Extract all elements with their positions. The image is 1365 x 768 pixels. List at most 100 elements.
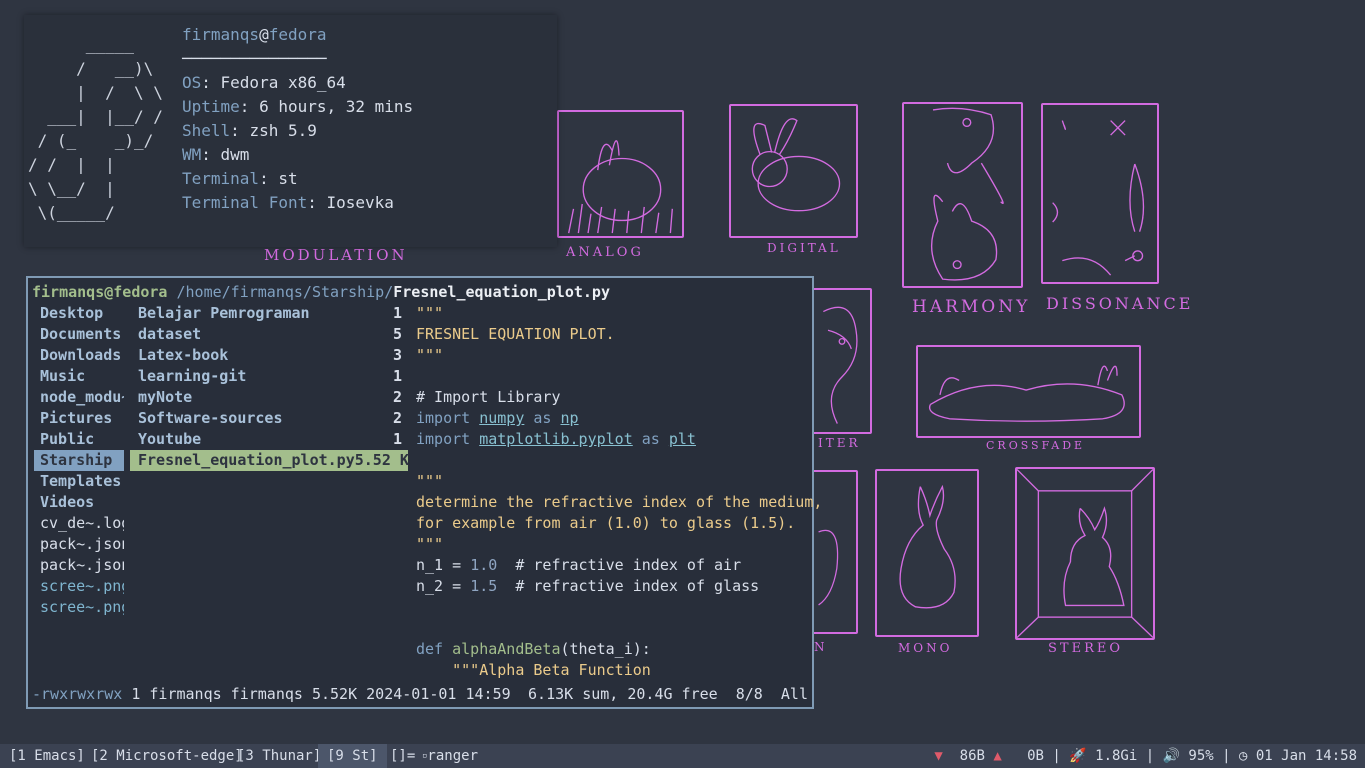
- code-line: import numpy as np: [416, 408, 806, 429]
- file-permissions: -rwxrwxrwx: [32, 685, 123, 703]
- info-key: Terminal Font: [182, 193, 308, 212]
- parent-list-item[interactable]: Public: [34, 429, 124, 450]
- title-file: Fresnel_equation_plot.py: [393, 283, 610, 301]
- code-token: """: [416, 535, 444, 553]
- code-token: np: [560, 409, 579, 427]
- code-line: # Import Library: [416, 387, 806, 408]
- wall-frame-analog: [557, 110, 684, 238]
- ascii-line: / __)\: [28, 59, 154, 78]
- item-name: Software-sources: [138, 409, 283, 427]
- item-name: learning-git: [138, 367, 247, 385]
- separator: ───────────────: [182, 49, 327, 68]
- item-name: Latex-book: [138, 346, 229, 364]
- wall-label-dissonance: DISSONANCE: [1046, 294, 1194, 313]
- ranger-window[interactable]: firmanqs@fedora /home/firmanqs/Starship/…: [26, 276, 822, 709]
- wall-label-filter: ITER: [818, 436, 861, 450]
- wall-label-stereo: STEREO: [1048, 641, 1124, 656]
- code-token: numpy: [479, 409, 525, 427]
- ascii-line: ___| |__/ /: [28, 107, 163, 126]
- item-info: 5.52 K: [354, 451, 409, 469]
- download-rate: 86B: [942, 748, 994, 764]
- wall-frame-stereo: [1015, 467, 1155, 640]
- current-list-item[interactable]: Fresnel_equation_plot.py 5.52 K: [130, 450, 409, 471]
- tag-st[interactable]: [9 St]: [318, 744, 387, 768]
- ascii-line: _____: [28, 35, 134, 54]
- current-list-item[interactable]: learning-git 1: [130, 366, 408, 387]
- ascii-line: / (_ _)_/: [28, 131, 154, 150]
- code-line: determine the refractive index of the me…: [416, 492, 822, 513]
- wall-frame-mono: [875, 469, 979, 637]
- window-title: ▫ranger: [422, 748, 478, 764]
- info-value: Iosevka: [326, 193, 394, 212]
- parent-list-item[interactable]: Desktop: [34, 303, 124, 324]
- info-value: zsh 5.9: [249, 121, 317, 140]
- item-name: myNote: [138, 388, 193, 406]
- current-list-item[interactable]: myNote 2: [130, 387, 408, 408]
- current-directory-list[interactable]: Belajar Pemrograman 1 dataset 5 Latex-book 3 l…: [130, 303, 409, 471]
- code-token: for example from air (1.0) to glass (1.5…: [416, 514, 796, 532]
- file-details: 1 firmanqs firmanqs 5.52K 2024-01-01 14:…: [122, 685, 511, 703]
- parent-list-item[interactable]: node_modu~: [34, 387, 124, 408]
- wall-label-mono: MONO: [898, 641, 953, 655]
- info-key: Uptime: [182, 97, 240, 116]
- parent-directory-list[interactable]: Desktop Documents Downloads Music node_modu~…: [34, 303, 124, 618]
- wall-frame-dissonance: [1041, 103, 1159, 284]
- parent-list-item[interactable]: Documents: [34, 324, 124, 345]
- item-info: 2: [392, 388, 402, 406]
- title-path: /home/firmanqs/Starship/: [176, 283, 394, 301]
- parent-list-item[interactable]: Downloads: [34, 345, 124, 366]
- code-line: """: [416, 303, 806, 324]
- wall-frame-crossfade: [916, 345, 1141, 438]
- ascii-line: \ \__/ |: [28, 179, 115, 198]
- info-value: 6 hours, 32 mins: [259, 97, 414, 116]
- fastfetch-window[interactable]: _____ / __)\ | / \ \ ___| |__/ / / (_ _)…: [24, 15, 557, 247]
- code-token: import: [416, 409, 480, 427]
- file-preview: """ FRESNEL EQUATION PLOT. """ # Import Lib…: [416, 303, 822, 681]
- parent-list-item[interactable]: scree~.png: [34, 576, 124, 597]
- current-list-item[interactable]: Software-sources 2: [130, 408, 408, 429]
- wall-label-partial: N: [814, 640, 828, 654]
- ascii-line: \(_____/: [28, 203, 115, 222]
- item-info: 5: [392, 325, 402, 343]
- download-arrow-icon: ▼: [934, 748, 943, 764]
- parent-list-item[interactable]: cv_de~.log: [34, 513, 124, 534]
- code-token: plt: [668, 430, 696, 448]
- tag-thunar[interactable]: [3 Thunar]: [228, 744, 330, 768]
- code-line: """: [416, 471, 806, 492]
- parent-list-item[interactable]: scree~.png: [34, 597, 124, 618]
- current-list-item[interactable]: Youtube 1: [130, 429, 408, 450]
- code-line: """Alpha Beta Function: [416, 660, 806, 681]
- code-token: n_2 =: [416, 577, 471, 595]
- current-list-item[interactable]: Belajar Pemrograman 1: [130, 303, 408, 324]
- parent-list-item[interactable]: Pictures: [34, 408, 124, 429]
- tag-microsoft-edge[interactable]: [2 Microsoft-edge]: [82, 744, 252, 768]
- tag-emacs[interactable]: [1 Emacs]: [0, 744, 94, 768]
- current-list-item[interactable]: dataset 5: [130, 324, 408, 345]
- parent-list-item[interactable]: Videos: [34, 492, 124, 513]
- current-list-item[interactable]: Latex-book 3: [130, 345, 408, 366]
- code-line: import matplotlib.pyplot as plt: [416, 429, 806, 450]
- item-info: 2: [392, 409, 402, 427]
- code-line: """: [416, 345, 806, 366]
- parent-list-item[interactable]: Starship: [34, 450, 124, 471]
- code-token: """: [416, 472, 444, 490]
- info-key: WM: [182, 145, 202, 164]
- status-values: 0B | 🚀 1.8Gi | 🔊 95% | ◷ 01 Jan 14:58: [1001, 748, 1357, 764]
- system-info: firmanqs@fedora ─────────────── OS: Fedo…: [182, 23, 413, 215]
- title-host: firmanqs@fedora: [32, 283, 168, 301]
- code-line: n_1 = 1.0 # refractive index of air: [416, 555, 806, 576]
- parent-list-item[interactable]: Music: [34, 366, 124, 387]
- parent-list-item[interactable]: pack~.json: [34, 555, 124, 576]
- parent-list-item[interactable]: Templates: [34, 471, 124, 492]
- code-token: # refractive index of glass: [497, 577, 760, 595]
- info-row: Shell: zsh 5.9: [182, 121, 317, 140]
- info-value: st: [278, 169, 298, 188]
- parent-list-item[interactable]: pack~.json: [34, 534, 124, 555]
- code-token: FRESNEL EQUATION PLOT.: [416, 325, 615, 343]
- code-token: """: [416, 346, 444, 364]
- item-info: 3: [392, 346, 402, 364]
- user-host: firmanqs@fedora: [182, 25, 327, 44]
- code-token: # refractive index of air: [497, 556, 742, 574]
